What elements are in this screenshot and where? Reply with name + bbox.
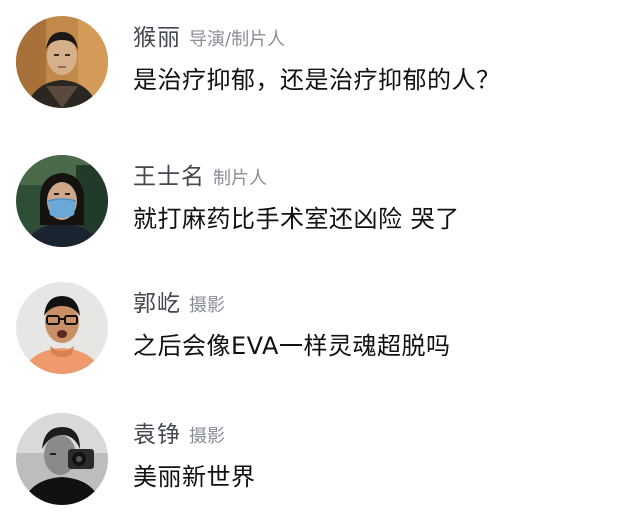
- author-name[interactable]: 郭屹: [133, 291, 181, 317]
- author-role: 制片人: [213, 168, 267, 189]
- comment-meta: 王士名 制片人: [133, 157, 267, 191]
- comment-meta: 猴丽 导演/制片人: [133, 18, 285, 52]
- comment-text: 美丽新世界: [133, 463, 256, 491]
- avatar[interactable]: [16, 16, 108, 108]
- comment-item: 袁铮 摄影 美丽新世界: [0, 413, 641, 523]
- author-name[interactable]: 王士名: [133, 164, 205, 190]
- avatar[interactable]: [16, 413, 108, 505]
- comment-text: 就打麻药比手术室还凶险 哭了: [133, 205, 460, 233]
- author-name[interactable]: 袁铮: [133, 422, 181, 448]
- comment-text: 是治疗抑郁，还是治疗抑郁的人？: [133, 66, 501, 94]
- comment-item: 王士名 制片人 就打麻药比手术室还凶险 哭了: [0, 155, 641, 265]
- author-role: 导演/制片人: [189, 29, 286, 50]
- avatar[interactable]: [16, 155, 108, 247]
- avatar-portrait-image: [16, 16, 108, 108]
- comment-meta: 袁铮 摄影: [133, 415, 225, 449]
- author-name[interactable]: 猴丽: [133, 25, 181, 51]
- avatar-portrait-image: [16, 155, 108, 247]
- comment-text: 之后会像EVA一样灵魂超脱吗: [133, 332, 451, 360]
- comment-item: 猴丽 导演/制片人 是治疗抑郁，还是治疗抑郁的人？: [0, 16, 641, 126]
- comment-list: 猴丽 导演/制片人 是治疗抑郁，还是治疗抑郁的人？ 王士名 制片人 就打麻药比手术室…: [0, 0, 641, 524]
- avatar-portrait-image: [16, 413, 108, 505]
- comment-item: 郭屹 摄影 之后会像EVA一样灵魂超脱吗: [0, 282, 641, 392]
- author-role: 摄影: [189, 426, 225, 447]
- author-role: 摄影: [189, 295, 225, 316]
- comment-meta: 郭屹 摄影: [133, 284, 225, 318]
- avatar-portrait-image: [16, 282, 108, 374]
- avatar[interactable]: [16, 282, 108, 374]
